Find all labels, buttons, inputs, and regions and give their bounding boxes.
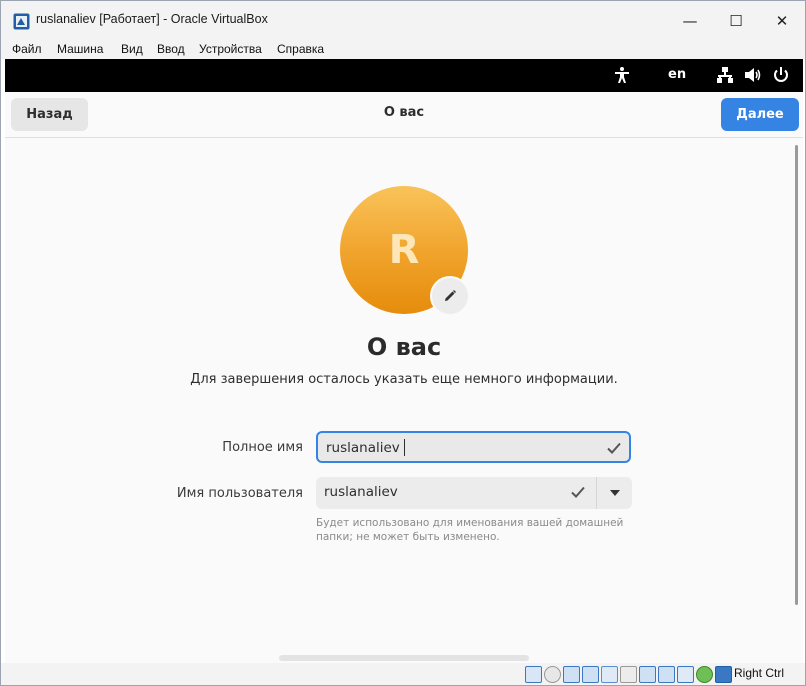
- close-button[interactable]: ✕: [759, 1, 805, 41]
- full-name-input[interactable]: ruslanaliev: [316, 431, 631, 463]
- virtualbox-app-icon: [13, 13, 30, 30]
- menu-view[interactable]: Вид: [121, 42, 143, 56]
- page-subtitle: Для завершения осталось указать еще немн…: [190, 372, 618, 387]
- page-heading: О вас: [366, 333, 442, 361]
- menu-help[interactable]: Справка: [277, 42, 324, 56]
- title-bar: ruslanaliev [Работает] - Oracle VirtualB…: [1, 1, 805, 41]
- chevron-down-icon: [609, 490, 620, 496]
- next-button[interactable]: Далее: [721, 98, 799, 131]
- guest-additions-icon[interactable]: [696, 666, 713, 683]
- window-title: ruslanaliev [Работает] - Oracle VirtualB…: [36, 12, 268, 26]
- edit-avatar-button[interactable]: [430, 276, 470, 316]
- hard-disk-icon[interactable]: [525, 666, 542, 683]
- menu-devices[interactable]: Устройства: [199, 42, 262, 56]
- avatar-initial: R: [388, 227, 420, 273]
- status-bar: Right Ctrl: [1, 663, 805, 685]
- header-bar: Назад О вас Далее: [5, 92, 803, 138]
- network-wired-icon[interactable]: [716, 66, 734, 84]
- audio-icon[interactable]: [563, 666, 580, 683]
- volume-icon[interactable]: [744, 66, 762, 84]
- menu-file[interactable]: Файл: [12, 42, 42, 56]
- virtualization-icon[interactable]: [677, 666, 694, 683]
- username-label: Имя пользователя: [176, 486, 303, 501]
- header-title: О вас: [383, 105, 425, 120]
- username-hint: Будет использовано для именования вашей …: [316, 517, 624, 543]
- vm-display[interactable]: en Назад О вас Далее R О вас Для заверше…: [5, 59, 803, 663]
- mouse-integration-icon[interactable]: [715, 666, 732, 683]
- username-input[interactable]: ruslanaliev: [316, 477, 596, 509]
- minimize-button[interactable]: —: [667, 1, 713, 41]
- menu-input[interactable]: Ввод: [157, 42, 185, 56]
- full-name-value: ruslanaliev: [326, 440, 400, 456]
- optical-drive-icon[interactable]: [544, 666, 561, 683]
- username-value: ruslanaliev: [324, 484, 398, 500]
- network-icon[interactable]: [582, 666, 599, 683]
- accessibility-icon[interactable]: [614, 66, 630, 84]
- menu-bar: Файл Машина Вид Ввод Устройства Справка: [1, 41, 805, 59]
- host-key-label: Right Ctrl: [734, 666, 785, 680]
- username-dropdown-button[interactable]: [596, 477, 632, 509]
- text-cursor: [404, 439, 405, 456]
- virtualbox-window: ruslanaliev [Работает] - Oracle VirtualB…: [0, 0, 806, 686]
- maximize-button[interactable]: ☐: [713, 1, 759, 41]
- check-icon: [607, 442, 621, 454]
- usb-icon[interactable]: [601, 666, 618, 683]
- scroll-shadow: [279, 655, 529, 661]
- pencil-icon: [445, 290, 456, 301]
- video-capture-icon[interactable]: [658, 666, 675, 683]
- display-icon[interactable]: [639, 666, 656, 683]
- power-icon[interactable]: [772, 66, 790, 84]
- menu-machine[interactable]: Машина: [57, 42, 103, 56]
- check-icon: [571, 486, 585, 498]
- gnome-top-bar: en: [5, 59, 803, 92]
- keyboard-layout-indicator[interactable]: en: [668, 67, 686, 82]
- full-name-label: Полное имя: [222, 440, 303, 455]
- shared-folders-icon[interactable]: [620, 666, 637, 683]
